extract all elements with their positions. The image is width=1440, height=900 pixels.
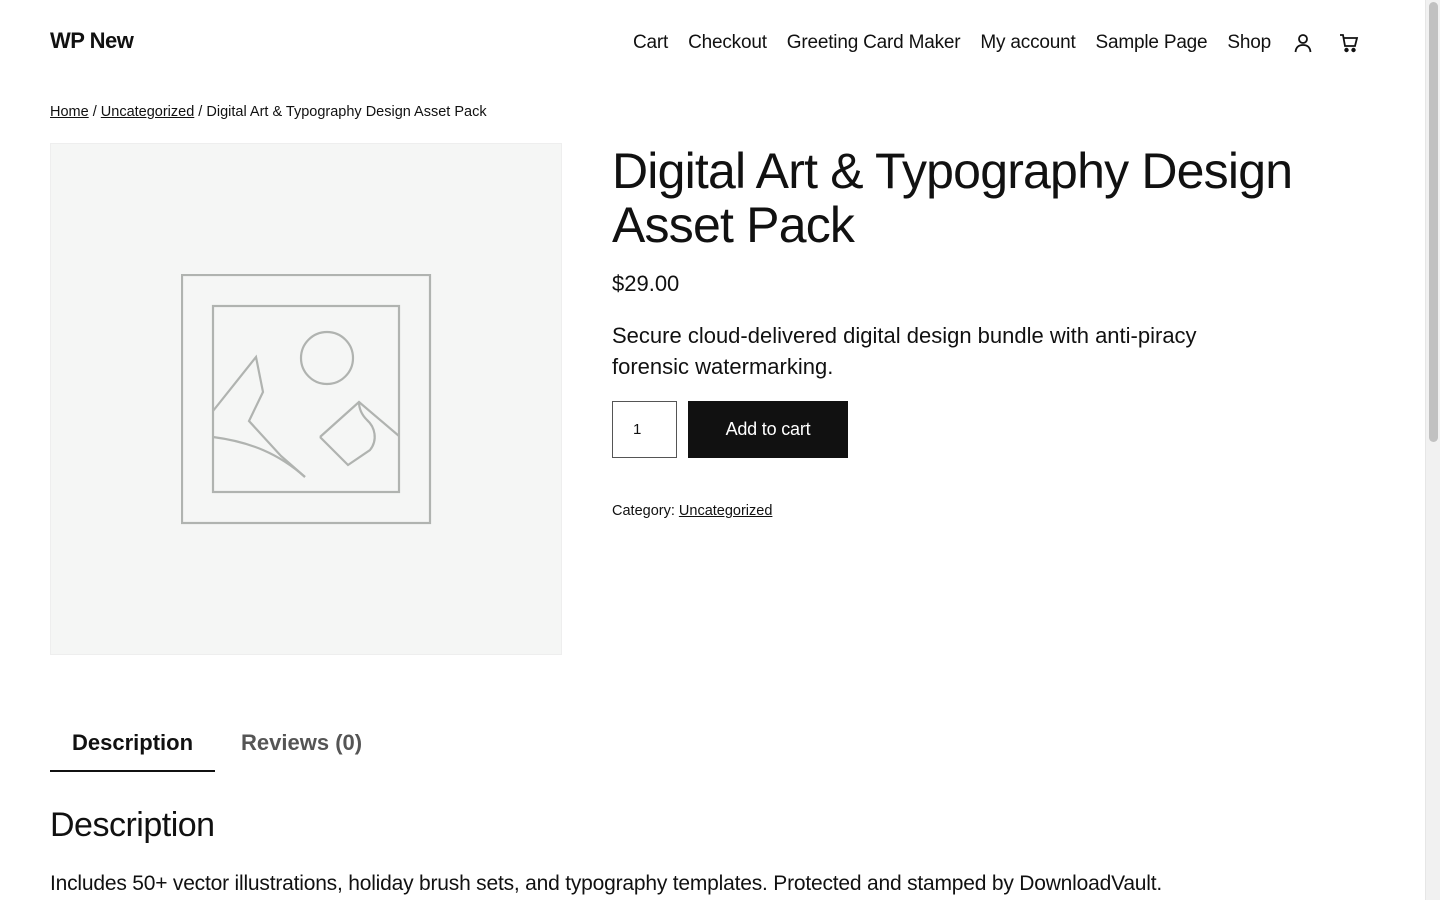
product-price: $29.00	[612, 271, 680, 296]
nav-item-cart[interactable]: Cart	[633, 32, 668, 54]
add-to-cart-button[interactable]: Add to cart	[688, 401, 848, 458]
nav-item-my-account[interactable]: My account	[980, 32, 1075, 54]
product-short-description: Secure cloud-delivered digital design bu…	[612, 323, 1197, 379]
breadcrumb-separator: /	[88, 104, 101, 120]
image-placeholder-icon	[181, 274, 432, 525]
nav-item-checkout[interactable]: Checkout	[688, 32, 767, 54]
page-scrollbar[interactable]	[1425, 0, 1440, 900]
page: WP New Cart Checkout Greeting Card Maker…	[0, 0, 1425, 900]
breadcrumb-home-link[interactable]: Home	[50, 104, 89, 120]
main-nav: Cart Checkout Greeting Card Maker My acc…	[613, 28, 1361, 58]
product-tabs: Description Reviews (0)	[50, 718, 384, 772]
description-text: Includes 50+ vector illustrations, holid…	[50, 872, 1163, 895]
cart-icon[interactable]	[1337, 31, 1361, 55]
tab-reviews[interactable]: Reviews (0)	[219, 718, 384, 772]
breadcrumb: Home / Uncategorized / Digital Art & Typ…	[50, 104, 487, 120]
description-heading: Description	[50, 806, 215, 844]
breadcrumb-category-link[interactable]: Uncategorized	[101, 104, 195, 120]
category-label: Category:	[612, 503, 679, 519]
breadcrumb-current: Digital Art & Typography Design Asset Pa…	[206, 104, 487, 120]
site-title[interactable]: WP New	[50, 28, 134, 54]
nav-item-sample-page[interactable]: Sample Page	[1096, 32, 1208, 54]
product-meta: Category: Uncategorized	[612, 503, 772, 519]
account-icon[interactable]	[1291, 31, 1315, 55]
product-image[interactable]	[50, 143, 562, 655]
tab-description[interactable]: Description	[50, 718, 216, 772]
nav-item-shop[interactable]: Shop	[1227, 32, 1271, 54]
quantity-input[interactable]	[612, 401, 677, 458]
nav-item-greeting-card-maker[interactable]: Greeting Card Maker	[787, 32, 961, 54]
breadcrumb-separator: /	[194, 104, 207, 120]
product-title: Digital Art & Typography Design Asset Pa…	[612, 143, 1293, 253]
scrollbar-thumb[interactable]	[1429, 2, 1438, 442]
category-link[interactable]: Uncategorized	[679, 503, 773, 519]
